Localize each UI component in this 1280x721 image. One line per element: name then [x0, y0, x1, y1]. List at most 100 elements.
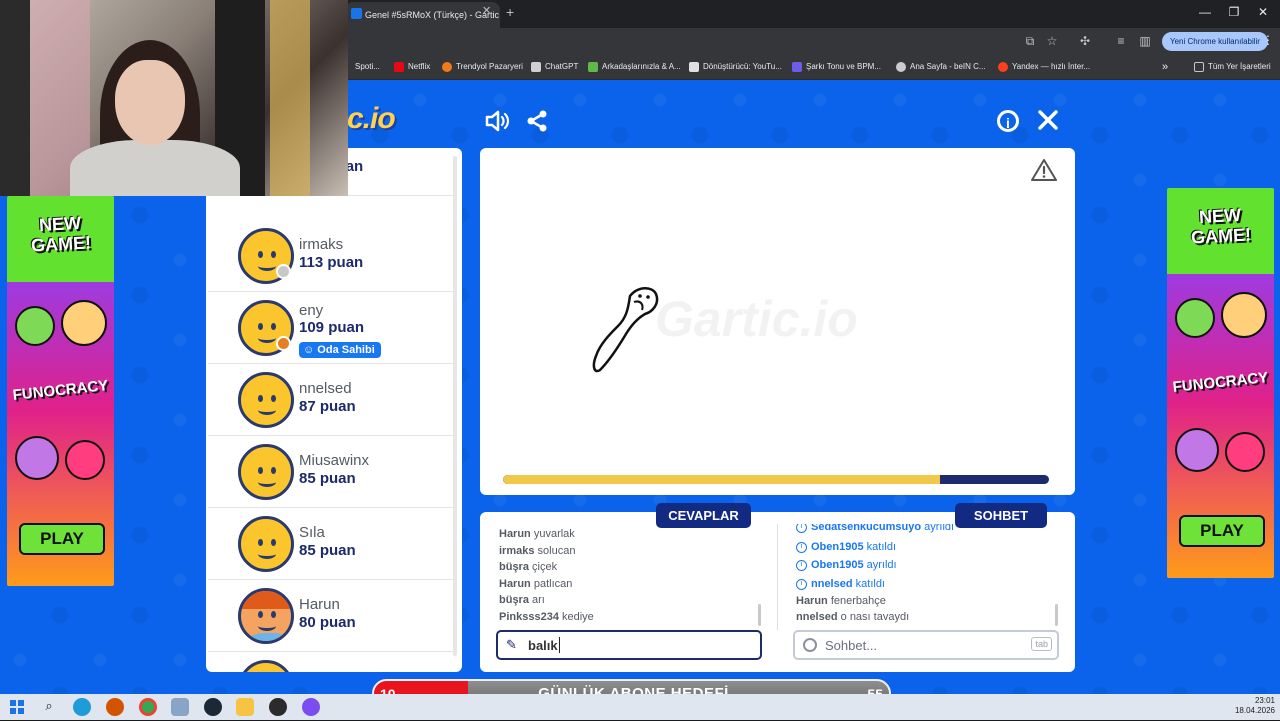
window-close-icon[interactable]: ✕ — [1253, 5, 1273, 19]
ad-character-icon — [1175, 428, 1219, 472]
restore-icon[interactable]: ❐ — [1224, 5, 1244, 19]
install-app-icon[interactable]: ⧉ — [1022, 33, 1038, 49]
bookmark-item[interactable]: Arkadaşlarınızla & A... — [588, 59, 681, 75]
app-icon[interactable] — [269, 698, 287, 716]
info-icon: i — [796, 578, 807, 590]
ad-brand: FUNOCRACY — [1171, 369, 1270, 396]
globe-icon — [896, 62, 906, 72]
webcam-overlay — [0, 0, 348, 196]
browser-tab[interactable]: Genel #5sRMoX (Türkçe) - Gartic — [345, 2, 500, 28]
answer-item: Harun yuvarlak — [499, 528, 575, 540]
bookmark-item[interactable]: Netflix — [394, 59, 430, 75]
bookmark-label: Şarkı Tonu ve BPM... — [806, 62, 881, 71]
answer-text: yuvarlak — [533, 528, 575, 540]
player-score: 80 puan — [299, 614, 356, 631]
player-name: Sıla — [299, 524, 325, 541]
search-icon[interactable]: ⌕ — [40, 698, 58, 716]
chat-input[interactable]: Sohbet... tab — [793, 630, 1059, 660]
room-owner-badge: ☺ Oda Sahibi — [299, 342, 381, 358]
player-score: 85 puan — [299, 470, 356, 487]
bookmark-item[interactable]: Yandex — hızlı İnter... — [998, 59, 1090, 75]
answers-tab: CEVAPLAR — [656, 503, 751, 528]
player-row[interactable]: irmaks 113 puan — [208, 220, 454, 292]
tab-key-hint: tab — [1031, 637, 1052, 651]
chat-system-message: i nnelsed katıldı — [796, 578, 885, 590]
app-icon[interactable] — [171, 698, 189, 716]
pencil-icon: ✎ — [506, 637, 517, 652]
bookmark-label: Dönüştürücü: YouTu... — [703, 62, 782, 71]
steam-icon[interactable] — [204, 698, 222, 716]
close-icon[interactable] — [1035, 108, 1061, 134]
answer-text: patlıcan — [533, 578, 573, 590]
bpm-icon — [792, 62, 802, 72]
extensions-icon[interactable]: ✣ — [1077, 33, 1093, 49]
answer-user: büşra — [499, 594, 529, 606]
bookmark-item[interactable]: Ana Sayfa - beIN C... — [896, 59, 986, 75]
answer-text: arı — [532, 594, 545, 606]
player-name: irmaks — [299, 236, 344, 253]
answer-item: irmaks solucan — [499, 545, 575, 557]
player-row[interactable]: Miusawinx 85 puan — [208, 436, 454, 508]
chat-system-message: i Sedatsenkucumsuyo ayrıldı — [796, 524, 954, 533]
chat-scrollbar[interactable] — [1055, 604, 1058, 626]
player-row[interactable]: Harun 80 puan — [208, 580, 454, 652]
chrome-icon[interactable] — [139, 698, 157, 716]
new-tab-icon[interactable]: + — [506, 4, 514, 20]
edge-icon[interactable] — [73, 698, 91, 716]
bookmark-star-icon[interactable]: ☆ — [1044, 33, 1060, 49]
warning-icon[interactable] — [1031, 158, 1057, 182]
answer-input[interactable]: ✎ balık — [496, 630, 762, 660]
bookmark-item[interactable]: Dönüştürücü: YouTu... — [689, 59, 782, 75]
reading-list-icon[interactable]: ≡ — [1113, 33, 1129, 49]
minimize-icon[interactable]: — — [1195, 5, 1215, 19]
answers-scrollbar[interactable] — [758, 604, 761, 626]
game-site-icon — [588, 62, 598, 72]
start-icon[interactable] — [8, 698, 26, 716]
trendyol-icon — [442, 62, 452, 72]
app-icon[interactable] — [302, 698, 320, 716]
all-bookmarks-button[interactable]: Tüm Yer İşaretleri — [1194, 59, 1271, 75]
players-scrollbar[interactable] — [453, 156, 457, 656]
netflix-icon — [394, 62, 404, 72]
answer-user: büşra — [499, 561, 529, 573]
bookmark-item[interactable]: Trendyol Pazaryeri — [442, 59, 523, 75]
chrome-menu-icon[interactable]: ⋮ — [1262, 33, 1274, 47]
right-ad-banner[interactable]: NEW GAME! FUNOCRACY PLAY — [1167, 188, 1274, 578]
answer-item: büşra arı — [499, 594, 545, 606]
app-icon[interactable] — [106, 698, 124, 716]
canvas-watermark: Gartic.io — [655, 291, 858, 347]
left-ad-banner[interactable]: NEW GAME! FUNOCRACY PLAY — [7, 196, 114, 586]
answer-user: Pinksss234 — [499, 611, 559, 623]
gartic-logo: c.io — [347, 102, 396, 135]
tab-close-icon[interactable]: ✕ — [482, 4, 491, 17]
share-icon[interactable] — [524, 108, 550, 134]
info-icon[interactable]: i — [997, 110, 1019, 132]
bookmark-label: Yandex — hızlı İnter... — [1012, 62, 1091, 71]
bookmark-item[interactable]: Spoti... — [355, 59, 380, 75]
player-row[interactable]: nnelsed 87 puan — [208, 364, 454, 436]
speaker-icon[interactable] — [484, 108, 510, 134]
player-row[interactable] — [208, 652, 454, 672]
chatgpt-icon — [531, 62, 541, 72]
chat-message: Harun fenerbahçe — [796, 595, 886, 607]
ad-play-button[interactable]: PLAY — [19, 523, 105, 555]
round-timer-bar — [503, 475, 1049, 484]
chat-text: katıldı — [866, 541, 897, 553]
bookmark-item[interactable]: ChatGPT — [531, 59, 578, 75]
player-row[interactable]: Sıla 85 puan — [208, 508, 454, 580]
clock-time: 23:01 — [1254, 696, 1275, 705]
ad-character-icon — [1225, 432, 1265, 472]
ad-play-button[interactable]: PLAY — [1179, 515, 1265, 547]
chat-text: katıldı — [855, 578, 885, 590]
answer-user: Harun — [499, 528, 531, 540]
clear-data-icon[interactable]: ▥ — [1137, 33, 1153, 49]
bookmarks-overflow-icon[interactable]: » — [1162, 59, 1168, 75]
player-row[interactable]: eny 109 puan ☺ Oda Sahibi — [208, 292, 454, 364]
bookmark-label: ChatGPT — [545, 62, 579, 71]
player-avatar — [238, 444, 294, 500]
chat-user: nnelsed — [811, 578, 853, 590]
chat-text: fenerbahçe — [830, 595, 886, 607]
bookmark-item[interactable]: Şarkı Tonu ve BPM... — [792, 59, 881, 75]
folder-icon[interactable] — [236, 698, 254, 716]
chrome-update-button[interactable]: Yeni Chrome kullanılabilir — [1162, 32, 1268, 51]
